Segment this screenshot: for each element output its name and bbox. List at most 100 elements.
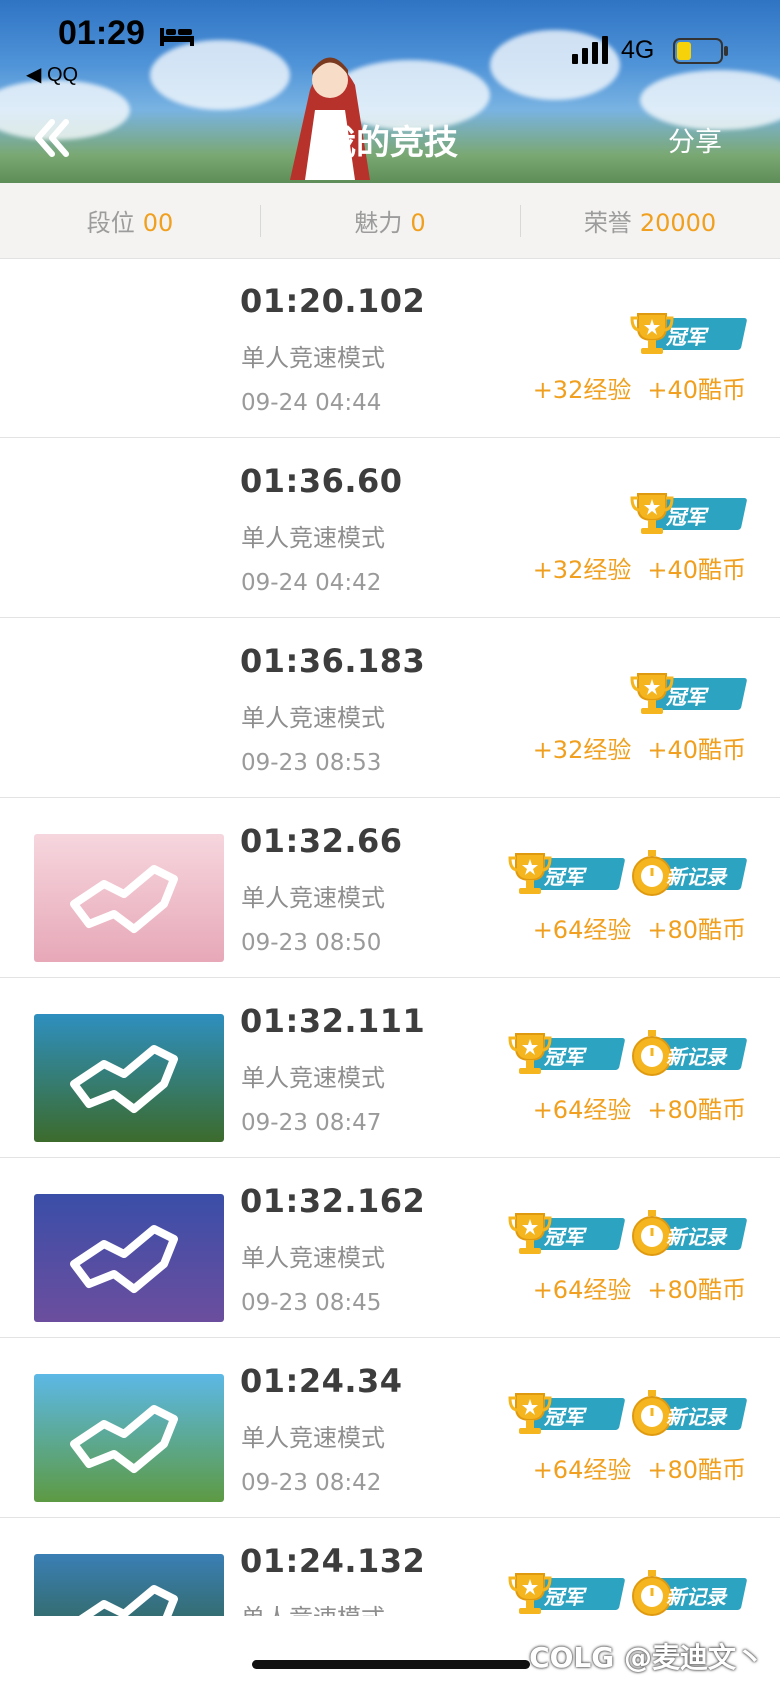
page-title: 我的竞技: [322, 123, 458, 163]
race-record-row[interactable]: 01:32.162 单人竞速模式 09-23 08:45 冠军 新记录 +64经验 +80酷…: [0, 1158, 780, 1338]
coin-reward: +80酷币: [647, 1276, 746, 1304]
track-map-thumbnail: [34, 1374, 224, 1502]
champion-badge: 冠军: [630, 310, 748, 356]
battery-icon: [673, 38, 728, 64]
new-record-badge: 新记录: [630, 1030, 748, 1076]
rewards: +64经验 +80酷币: [533, 1090, 746, 1125]
stat-label: 段位: [86, 209, 135, 237]
badge-group: 冠军 新记录: [508, 1210, 748, 1256]
share-button[interactable]: 分享: [668, 120, 722, 159]
race-date: 09-23 08:45: [241, 1290, 382, 1316]
home-indicator[interactable]: [252, 1660, 530, 1669]
rewards: +64经验 +80酷币: [533, 1450, 746, 1485]
header-banner: 01:29 ◀ QQ 4G 我的竞技 分享: [0, 0, 780, 183]
champion-badge: 冠军: [508, 1390, 626, 1436]
race-record-row[interactable]: 01:36.183 单人竞速模式 09-23 08:53 冠军 +32经验 +40酷币: [0, 618, 780, 798]
stat-label: 魅力: [354, 209, 403, 237]
exp-reward: +64经验: [532, 1456, 632, 1484]
champion-badge-label: 冠军: [666, 505, 706, 529]
race-mode: 单人竞速模式: [241, 1424, 385, 1452]
rewards: +32经验 +40酷币: [533, 730, 746, 765]
new-record-badge-label: 新记录: [666, 865, 726, 889]
badge-group: 冠军 新记录: [508, 850, 748, 896]
race-time: 01:32.66: [240, 822, 403, 860]
back-to-app-link[interactable]: ◀ QQ: [26, 62, 78, 87]
champion-badge-label: 冠军: [544, 1405, 584, 1429]
stat-value: 0: [410, 209, 426, 237]
race-record-row[interactable]: 01:24.132 单人竞速模式 冠军 新记录: [0, 1518, 780, 1616]
champion-badge: 冠军: [508, 1210, 626, 1256]
race-record-row[interactable]: 01:20.102 单人竞速模式 09-24 04:44 冠军 +32经验 +40酷币: [0, 258, 780, 438]
champion-badge-label: 冠军: [544, 1225, 584, 1249]
champion-badge-label: 冠军: [544, 1585, 584, 1609]
champion-badge-label: 冠军: [666, 325, 706, 349]
stat-honor: 荣誉 20000: [520, 203, 780, 238]
race-mode: 单人竞速模式: [241, 1064, 385, 1092]
champion-badge: 冠军: [630, 490, 748, 536]
race-time: 01:24.34: [240, 1362, 403, 1400]
network-type: 4G: [621, 36, 655, 64]
new-record-badge: 新记录: [630, 850, 748, 896]
coin-reward: +80酷币: [647, 916, 746, 944]
new-record-badge: 新记录: [630, 1570, 748, 1616]
rewards: +32经验 +40酷币: [533, 370, 746, 405]
track-map-thumbnail: [34, 1194, 224, 1322]
race-date: 09-24 04:42: [241, 570, 382, 596]
coin-reward: +40酷币: [647, 376, 746, 404]
stats-bar: 段位 00 魅力 0 荣誉 20000: [0, 183, 780, 259]
status-time: 01:29: [58, 14, 145, 52]
badge-group: 冠军: [630, 670, 748, 716]
signal-icon: [572, 36, 608, 64]
race-record-row[interactable]: 01:32.111 单人竞速模式 09-23 08:47 冠军 新记录 +64经验 +80酷…: [0, 978, 780, 1158]
exp-reward: +64经验: [532, 916, 632, 944]
stat-value: 20000: [639, 209, 717, 237]
exp-reward: +32经验: [532, 556, 632, 584]
badge-group: 冠军: [630, 310, 748, 356]
race-record-row[interactable]: 01:24.34 单人竞速模式 09-23 08:42 冠军 新记录 +64经验 +80酷币: [0, 1338, 780, 1518]
race-mode: 单人竞速模式: [241, 884, 385, 912]
race-record-row[interactable]: 01:32.66 单人竞速模式 09-23 08:50 冠军 新记录 +64经验 +80酷币: [0, 798, 780, 978]
race-time: 01:32.162: [240, 1182, 426, 1220]
coin-reward: +80酷币: [647, 1456, 746, 1484]
rewards: +32经验 +40酷币: [533, 550, 746, 585]
champion-badge: 冠军: [630, 670, 748, 716]
new-record-badge: 新记录: [630, 1210, 748, 1256]
new-record-badge-label: 新记录: [666, 1585, 726, 1609]
rewards: +64经验 +80酷币: [533, 1270, 746, 1305]
new-record-badge: 新记录: [630, 1390, 748, 1436]
exp-reward: +32经验: [532, 736, 632, 764]
champion-badge: 冠军: [508, 850, 626, 896]
race-time: 01:32.111: [240, 1002, 426, 1040]
race-mode: 单人竞速模式: [241, 704, 385, 732]
coin-reward: +40酷币: [647, 556, 746, 584]
race-time: 01:36.60: [240, 462, 403, 500]
race-record-list[interactable]: 01:20.102 单人竞速模式 09-24 04:44 冠军 +32经验 +40酷币 01…: [0, 258, 780, 1616]
race-date: 09-23 08:47: [241, 1110, 382, 1136]
badge-group: 冠军 新记录: [508, 1390, 748, 1436]
badge-group: 冠军 新记录: [508, 1570, 748, 1616]
race-date: 09-23 08:53: [241, 750, 382, 776]
race-time: 01:20.102: [240, 282, 426, 320]
race-mode: 单人竞速模式: [241, 344, 385, 372]
champion-badge-label: 冠军: [544, 1045, 584, 1069]
new-record-badge-label: 新记录: [666, 1225, 726, 1249]
race-time: 01:36.183: [240, 642, 426, 680]
new-record-badge-label: 新记录: [666, 1405, 726, 1429]
exp-reward: +64经验: [532, 1096, 632, 1124]
race-mode: 单人竞速模式: [241, 1598, 385, 1616]
stat-charm: 魅力 0: [260, 203, 520, 238]
race-record-row[interactable]: 01:36.60 单人竞速模式 09-24 04:42 冠军 +32经验 +40酷币: [0, 438, 780, 618]
track-map-thumbnail: [34, 1014, 224, 1142]
champion-badge: 冠军: [508, 1570, 626, 1616]
new-record-badge-label: 新记录: [666, 1045, 726, 1069]
exp-reward: +32经验: [532, 376, 632, 404]
rewards: +64经验 +80酷币: [533, 910, 746, 945]
champion-badge: 冠军: [508, 1030, 626, 1076]
track-map-thumbnail: [34, 834, 224, 962]
stat-label: 荣誉: [583, 209, 632, 237]
stat-value: 00: [142, 209, 174, 237]
race-date: 09-23 08:42: [241, 1470, 382, 1496]
race-mode: 单人竞速模式: [241, 524, 385, 552]
track-map-thumbnail: [34, 1554, 224, 1616]
race-date: 09-24 04:44: [241, 390, 382, 416]
